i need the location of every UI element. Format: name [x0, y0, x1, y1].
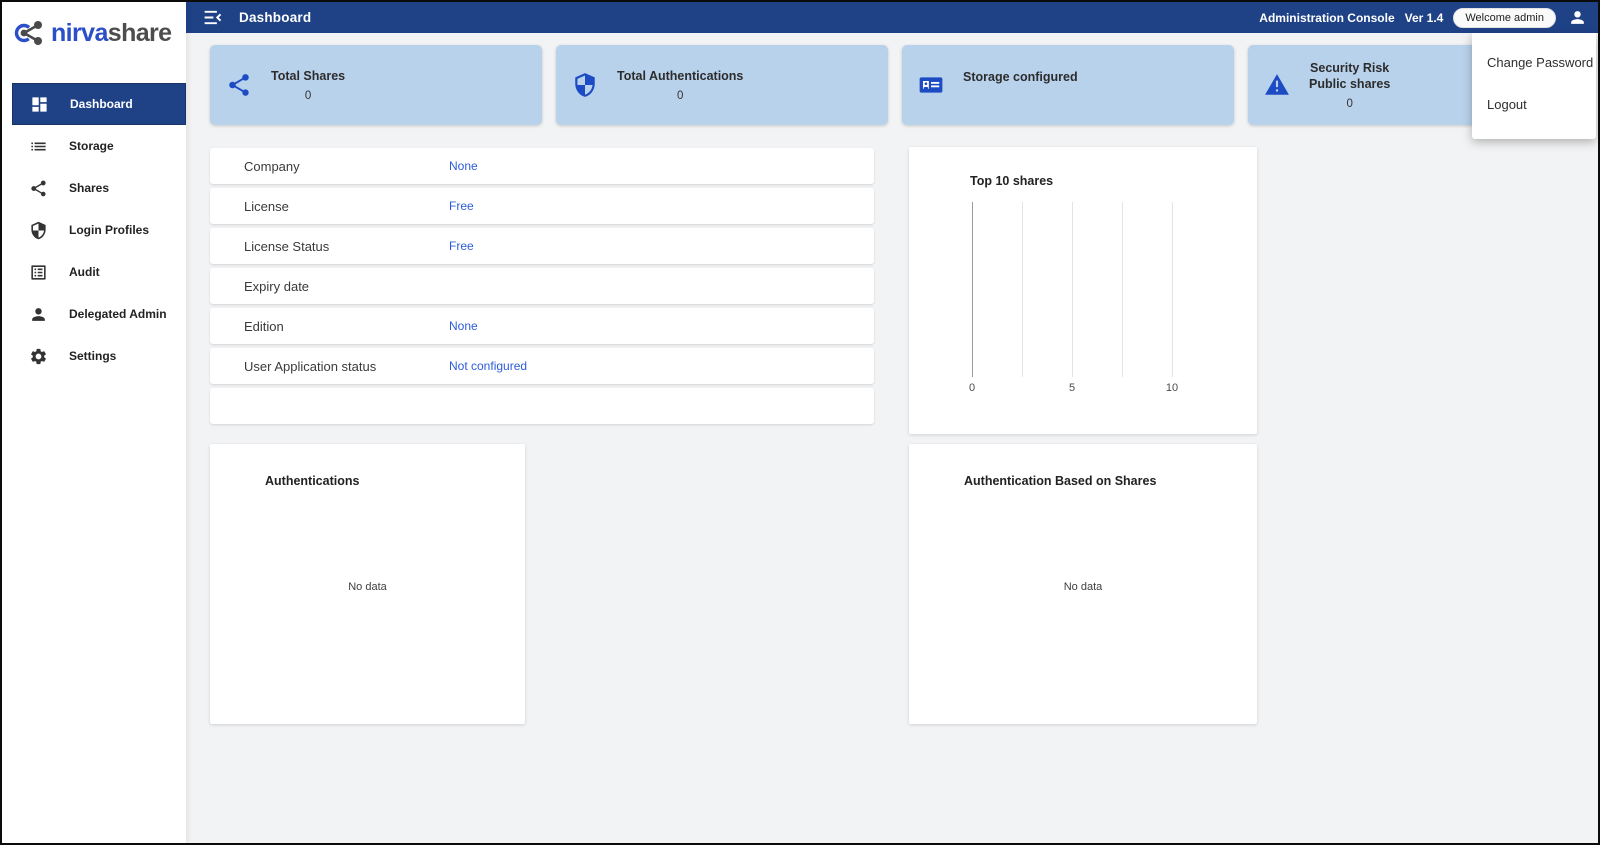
person-icon — [29, 305, 48, 324]
sidebar-item-label: Settings — [69, 349, 116, 363]
gridline-2-5 — [1022, 202, 1023, 377]
gridline-0 — [972, 202, 973, 377]
stat-title: Security Risk — [1309, 60, 1390, 76]
warning-icon — [1264, 72, 1290, 98]
x-tick: 5 — [1069, 382, 1075, 394]
logout-menu-item[interactable]: Logout — [1472, 83, 1596, 125]
sidebar-item-shares[interactable]: Shares — [2, 167, 186, 209]
topbar-right: Administration Console Ver 1.4 Welcome a… — [1259, 7, 1588, 29]
stat-value — [963, 91, 1078, 102]
info-row-edition: Edition None — [210, 308, 874, 344]
share-icon — [29, 179, 48, 198]
auth-based-on-shares-chart-card: Authentication Based on Shares No data — [909, 444, 1257, 724]
info-row-expiry-date: Expiry date — [210, 268, 874, 304]
sidebar-item-delegated-admin[interactable]: Delegated Admin — [2, 293, 186, 335]
x-tick: 0 — [969, 382, 975, 394]
info-label: License — [210, 199, 449, 214]
stat-cards-row: Total Shares 0 Total Authentications 0 S… — [210, 45, 1580, 125]
no-data-text: No data — [210, 581, 525, 593]
brand-logo: nirvashare — [2, 2, 186, 64]
chart-title: Authentication Based on Shares — [964, 474, 1156, 488]
console-label: Administration Console — [1259, 11, 1394, 25]
info-value-link[interactable]: Free — [449, 239, 474, 253]
user-menu-button[interactable] — [1566, 7, 1588, 29]
gridline-10 — [1172, 202, 1173, 377]
info-label: User Application status — [210, 359, 449, 374]
gear-icon — [29, 347, 48, 366]
nirvashare-logo-icon — [14, 16, 48, 50]
license-info-list: Company None License Free License Status… — [210, 148, 874, 428]
welcome-admin-badge[interactable]: Welcome admin — [1453, 8, 1556, 28]
top-10-shares-plot-area — [972, 202, 1173, 377]
app-window: nirvashare Dashboard Storage Shares Logi… — [0, 0, 1600, 845]
brand-name: nirvashare — [51, 19, 171, 48]
info-row-license-status: License Status Free — [210, 228, 874, 264]
page-title: Dashboard — [239, 10, 311, 25]
info-value-link[interactable]: Free — [449, 199, 474, 213]
sidebar-item-label: Delegated Admin — [69, 307, 167, 321]
no-data-text: No data — [909, 581, 1257, 593]
sidebar-item-audit[interactable]: Audit — [2, 251, 186, 293]
sidebar: nirvashare Dashboard Storage Shares Logi… — [2, 2, 186, 843]
info-label: Edition — [210, 319, 449, 334]
brand-name-primary: nirva — [51, 19, 108, 47]
authentications-chart-card: Authentications No data — [210, 444, 525, 724]
info-row-user-application-status: User Application status Not configured — [210, 348, 874, 384]
stat-title: Storage configured — [963, 69, 1078, 85]
gridline-5 — [1072, 202, 1073, 377]
sidebar-item-settings[interactable]: Settings — [2, 335, 186, 377]
person-icon — [1568, 8, 1587, 27]
stat-title: Total Shares — [271, 68, 345, 84]
menu-toggle-button[interactable] — [200, 6, 224, 30]
top-10-shares-chart-card: Top 10 shares 0 5 10 — [909, 147, 1257, 434]
storage-icon — [29, 137, 48, 156]
stat-subtitle: Public shares — [1309, 76, 1390, 92]
info-value-link[interactable]: None — [449, 319, 478, 333]
info-label: License Status — [210, 239, 449, 254]
shield-icon — [572, 72, 598, 98]
dashboard-icon — [30, 95, 49, 114]
stat-card-total-authentications: Total Authentications 0 — [556, 45, 888, 125]
menu-open-icon — [202, 7, 223, 28]
stat-value: 0 — [271, 90, 345, 102]
stat-value: 0 — [1309, 98, 1390, 110]
change-password-menu-item[interactable]: Change Password — [1472, 41, 1596, 83]
info-value-link[interactable]: None — [449, 159, 478, 173]
stat-title: Total Authentications — [617, 68, 743, 84]
shield-icon — [29, 221, 48, 240]
x-axis-ticks: 0 5 10 — [972, 382, 1173, 394]
gridline-7-5 — [1122, 202, 1123, 377]
sidebar-item-label: Login Profiles — [69, 223, 149, 237]
stat-value: 0 — [617, 90, 743, 102]
sidebar-item-login-profiles[interactable]: Login Profiles — [2, 209, 186, 251]
sidebar-item-label: Dashboard — [70, 97, 133, 111]
x-tick: 10 — [1166, 382, 1178, 394]
sidebar-item-label: Audit — [69, 265, 100, 279]
user-dropdown-menu: Change Password Logout — [1472, 33, 1596, 139]
topbar: Dashboard Administration Console Ver 1.4… — [186, 2, 1598, 33]
sidebar-item-storage[interactable]: Storage — [2, 125, 186, 167]
brand-name-secondary: share — [108, 19, 172, 47]
sidebar-item-dashboard[interactable]: Dashboard — [12, 83, 186, 125]
share-icon — [226, 72, 252, 98]
version-label: Ver 1.4 — [1405, 11, 1444, 25]
info-row-license: License Free — [210, 188, 874, 224]
info-value-link[interactable]: Not configured — [449, 359, 527, 373]
stat-card-storage-configured: Storage configured — [902, 45, 1234, 125]
sidebar-item-label: Shares — [69, 181, 109, 195]
storage-card-icon — [918, 72, 944, 98]
info-row-company: Company None — [210, 148, 874, 184]
chart-title: Authentications — [265, 474, 359, 488]
audit-icon — [29, 263, 48, 282]
info-label: Expiry date — [210, 279, 449, 294]
sidebar-nav: Dashboard Storage Shares Login Profiles … — [2, 83, 186, 377]
info-label: Company — [210, 159, 449, 174]
chart-title: Top 10 shares — [970, 174, 1053, 188]
sidebar-item-label: Storage — [69, 139, 114, 153]
info-row-empty — [210, 388, 874, 424]
stat-card-total-shares: Total Shares 0 — [210, 45, 542, 125]
